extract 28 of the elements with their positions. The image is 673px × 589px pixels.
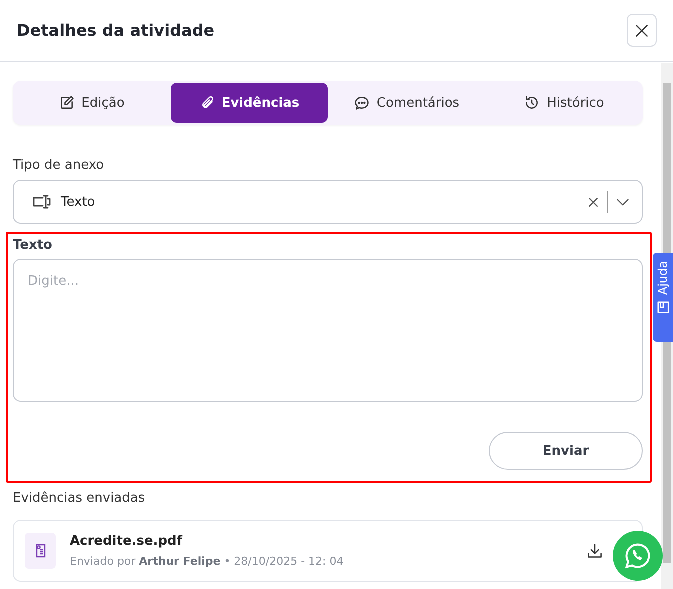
download-icon [586,542,604,560]
book-icon [656,301,670,314]
chat-icon [354,95,370,111]
download-button[interactable] [586,542,604,560]
history-icon [524,95,540,111]
window-title: Detalhes da atividade [17,21,215,40]
field-label: Texto [13,238,54,253]
document-icon [25,533,56,569]
file-name: Acredite.se.pdf [70,534,184,549]
tab[interactable]: Evidências [170,83,328,123]
close-icon [634,22,650,38]
help-tab[interactable]: Ajuda [653,253,673,342]
field-label: Tipo de anexo [13,158,106,173]
clear-icon [588,196,599,208]
file-meta: Enviado por Arthur Felipe • 28/10/2025 - 12: 04 [70,555,345,568]
tab[interactable]: Edição [13,83,170,123]
text-field-icon [32,194,52,210]
section-title: Evidências enviadas [13,491,146,506]
tab[interactable]: Histórico [486,83,643,123]
chevron-down-icon [616,198,630,206]
phone-chat-icon [624,542,652,570]
edit-icon [58,95,75,111]
select-value: Texto [61,194,96,210]
select-field[interactable]: Texto [13,180,643,224]
text-area[interactable]: Digite... [13,259,643,402]
send-button[interactable]: Enviar [489,432,643,470]
tab[interactable]: Comentários [328,83,486,123]
close-button[interactable] [627,14,657,47]
